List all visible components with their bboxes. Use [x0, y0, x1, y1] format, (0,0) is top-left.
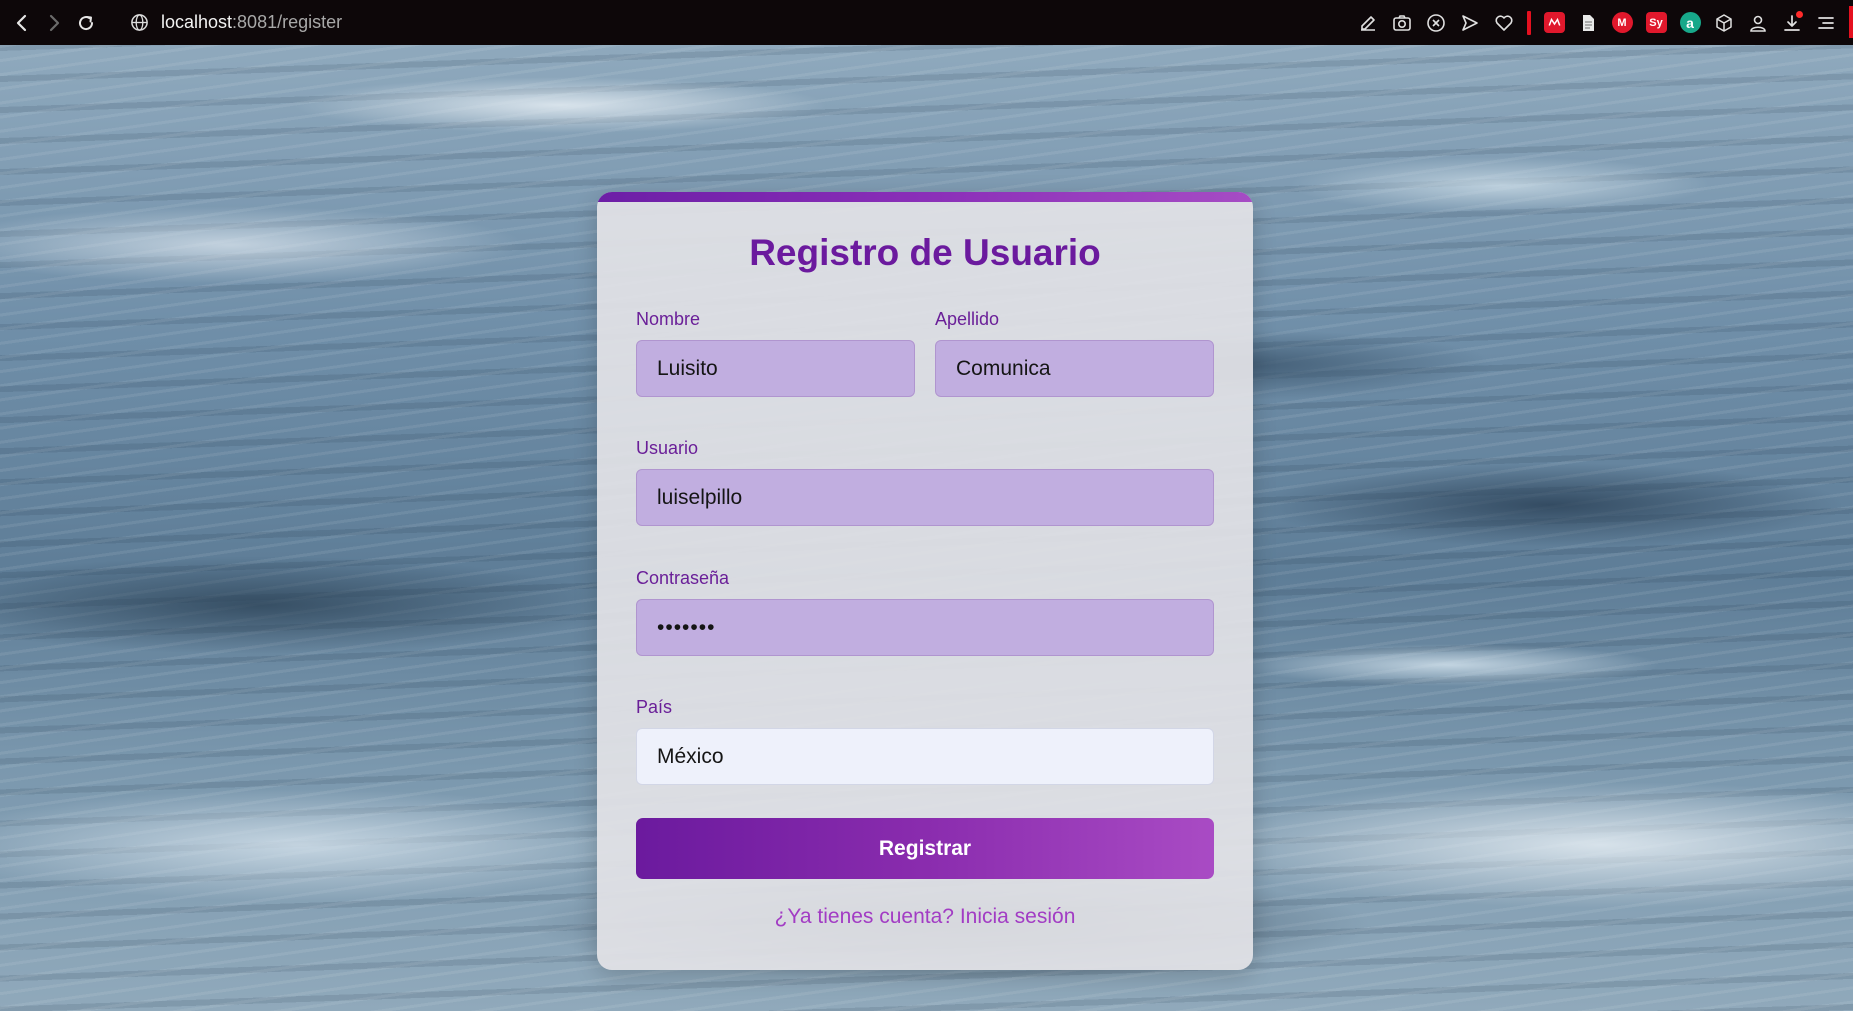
pais-select[interactable]: México: [636, 728, 1214, 785]
apellido-label: Apellido: [935, 309, 1000, 329]
nombre-field[interactable]: Luisito: [636, 340, 915, 397]
edit-icon: [1361, 15, 1375, 31]
send-button[interactable]: [1453, 6, 1487, 40]
url-path: :8081/register: [232, 12, 343, 32]
forward-button[interactable]: [38, 7, 70, 39]
heart-icon: [1495, 14, 1513, 31]
login-link[interactable]: ¿Ya tienes cuenta? Inicia sesión: [597, 905, 1253, 929]
globe-icon: [131, 14, 148, 31]
toolbar-divider: [1527, 10, 1531, 35]
extension-button-3[interactable]: Sy: [1639, 6, 1673, 40]
extension-icon: [1543, 12, 1565, 33]
extension-icon: Sy: [1645, 12, 1667, 33]
page-title: Registro de Usuario: [749, 232, 1101, 273]
edit-button[interactable]: [1351, 6, 1385, 40]
usuario-value: luiselpillo: [657, 485, 743, 509]
chevron-right-icon: [49, 14, 60, 31]
password-value: •••••••: [657, 615, 716, 639]
close-circle-icon: [1427, 13, 1445, 32]
send-icon: [1462, 14, 1478, 31]
page-background: Registro de Usuario Nombre Luisito Apell…: [0, 45, 1853, 1011]
address-bar[interactable]: localhost:8081/register: [130, 7, 342, 39]
usuario-label: Usuario: [636, 438, 699, 458]
extension-icon: M: [1611, 12, 1633, 33]
apellido-field[interactable]: Comunica: [935, 340, 1214, 397]
extension-button-1[interactable]: [1537, 6, 1571, 40]
downloads-button[interactable]: [1775, 6, 1809, 40]
apellido-value: Comunica: [956, 356, 1051, 380]
url-host: localhost: [161, 12, 233, 32]
reload-button[interactable]: [70, 7, 102, 39]
browser-actions: M Sy a: [1351, 0, 1843, 45]
menu-button[interactable]: [1809, 6, 1843, 40]
pais-label: País: [636, 697, 673, 717]
menu-icon: [1818, 16, 1834, 29]
document-icon: [1583, 14, 1594, 31]
reload-icon: [79, 15, 94, 30]
nombre-label: Nombre: [636, 309, 701, 329]
usuario-field[interactable]: luiselpillo: [636, 469, 1214, 526]
screenshot-button[interactable]: [1385, 6, 1419, 40]
back-button[interactable]: [6, 7, 38, 39]
extension-icon: a: [1679, 12, 1701, 33]
favorites-button[interactable]: [1487, 6, 1521, 40]
nombre-value: Luisito: [657, 356, 718, 380]
extension-button-2[interactable]: M: [1605, 6, 1639, 40]
notification-dot: [1796, 10, 1803, 18]
password-label: Contraseña: [636, 568, 730, 588]
profile-icon: [1750, 15, 1766, 32]
reader-button[interactable]: [1571, 6, 1605, 40]
card-accent-bar: [597, 192, 1253, 202]
register-button[interactable]: Registrar: [636, 818, 1214, 879]
extension-button-4[interactable]: a: [1673, 6, 1707, 40]
pais-value: México: [657, 744, 724, 768]
cube-icon: [1716, 13, 1732, 32]
window-edge-accent: [1849, 6, 1853, 38]
password-field[interactable]: •••••••: [636, 599, 1214, 656]
register-card: Registro de Usuario Nombre Luisito Apell…: [597, 192, 1253, 970]
browser-toolbar: localhost:8081/register M Sy a: [0, 0, 1853, 45]
extensions-button[interactable]: [1707, 6, 1741, 40]
adblock-button[interactable]: [1419, 6, 1453, 40]
camera-icon: [1393, 14, 1411, 31]
chevron-left-icon: [16, 14, 27, 31]
profile-button[interactable]: [1741, 6, 1775, 40]
